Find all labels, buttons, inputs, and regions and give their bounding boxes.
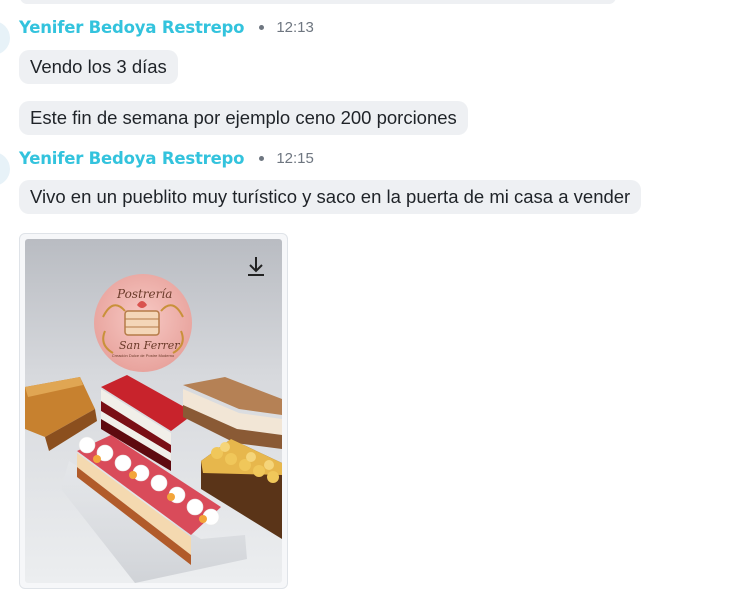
message-bubble[interactable]: Vivo en un pueblito muy turístico y saco… — [19, 180, 642, 214]
download-icon[interactable] — [246, 255, 266, 277]
message-time: 12:13 — [276, 19, 314, 36]
chat-thread: Yenifer Bedoya Restrepo 12:13 Vendo los … — [0, 0, 729, 599]
previous-message-bubble — [20, 0, 616, 4]
image-attachment[interactable]: Postrería San Ferrer Creación Dulce de P… — [19, 233, 288, 589]
message-bubble[interactable]: Este fin de semana por ejemplo ceno 200 … — [19, 101, 468, 135]
dessert-photo[interactable]: Postrería San Ferrer Creación Dulce de P… — [25, 239, 282, 583]
logo-line1: Postrería — [117, 287, 173, 301]
sender-name[interactable]: Yenifer Bedoya Restrepo — [19, 149, 245, 168]
message-time: 12:15 — [276, 150, 314, 167]
avatar[interactable] — [0, 152, 10, 186]
avatar[interactable] — [0, 21, 10, 55]
message-bubble[interactable]: Vendo los 3 días — [19, 50, 178, 84]
separator-dot — [259, 156, 265, 161]
logo-tagline: Creación Dulce de Postre Moderno — [111, 353, 175, 358]
message-header: Yenifer Bedoya Restrepo 12:15 — [19, 149, 314, 168]
message-header: Yenifer Bedoya Restrepo 12:13 — [19, 18, 314, 37]
separator-dot — [259, 25, 265, 30]
logo-line2: San Ferrer — [119, 339, 180, 352]
sender-name[interactable]: Yenifer Bedoya Restrepo — [19, 18, 245, 37]
pastry-tiramisu — [183, 377, 282, 449]
